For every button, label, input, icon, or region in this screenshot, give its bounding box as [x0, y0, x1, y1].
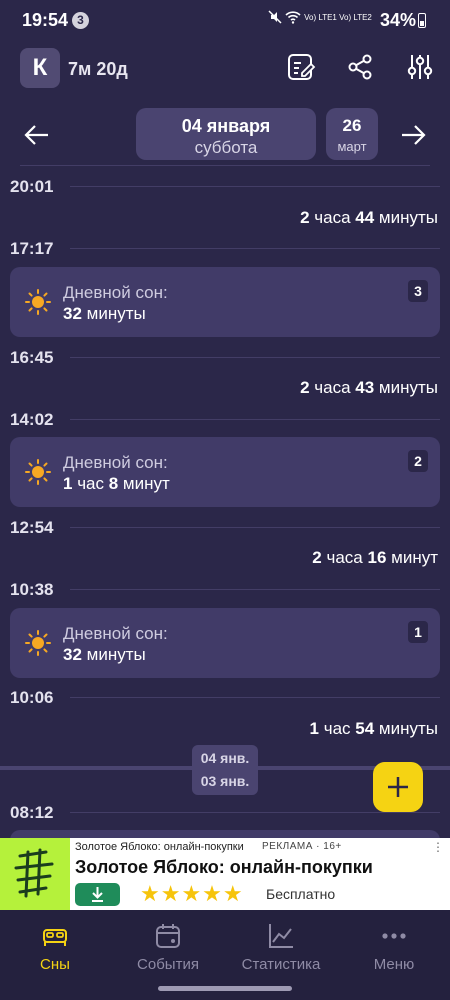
- current-weekday: суббота: [194, 138, 258, 157]
- current-date: 04 января: [181, 116, 271, 136]
- tab-menu[interactable]: Меню: [339, 910, 449, 980]
- more-dots-icon: [382, 933, 406, 939]
- calendar-icon: [156, 924, 180, 948]
- time-label: 17:17: [10, 239, 54, 258]
- sun-icon: [25, 289, 51, 315]
- ad-banner[interactable]: Золотое Яблоко: онлайн-покупки РЕКЛАМА ·…: [0, 838, 450, 910]
- network-status: Vo) LTE1 Vo) LTE2: [268, 10, 372, 24]
- divider: [70, 419, 440, 420]
- status-time: 19:54: [22, 10, 69, 30]
- day-boundary-from: 04 янв.: [200, 750, 250, 766]
- awake-duration: 2 часа 16 минут: [312, 548, 438, 567]
- prev-day-arrow-icon[interactable]: [22, 120, 52, 150]
- time-label: 14:02: [10, 410, 54, 429]
- bed-icon: [43, 929, 67, 946]
- day-boundary-to: 03 янв.: [200, 773, 250, 789]
- divider: [70, 812, 440, 813]
- mute-icon: [268, 10, 282, 24]
- divider: [70, 589, 440, 590]
- sleep-number-badge: 2: [408, 450, 428, 472]
- sleep-card[interactable]: Дневной сон: 32 минуты 3: [10, 267, 440, 337]
- divider: [70, 527, 440, 528]
- ad-more-icon[interactable]: ⋮: [432, 840, 444, 854]
- plus-icon: [388, 777, 408, 797]
- ad-label: РЕКЛАМА · 16+: [262, 841, 342, 852]
- time-label: 16:45: [10, 348, 54, 367]
- sleep-card-duration: 1 час 8 минут: [63, 474, 170, 493]
- alt-date-month: март: [337, 139, 367, 154]
- app-logo-icon: [14, 848, 54, 898]
- tab-label: События: [137, 956, 199, 973]
- sun-icon: [25, 630, 51, 656]
- add-event-button[interactable]: [373, 762, 423, 812]
- ad-price: Бесплатно: [266, 886, 336, 902]
- ad-app-logo[interactable]: [0, 838, 70, 910]
- sleep-card-title: Дневной сон:: [63, 453, 168, 472]
- tab-label: Статистика: [241, 956, 321, 973]
- sleep-card-title: Дневной сон:: [63, 283, 168, 302]
- awake-duration: 1 час 54 минуты: [309, 719, 438, 738]
- awake-duration: 2 часа 43 минуты: [300, 378, 438, 397]
- divider: [70, 357, 440, 358]
- awake-duration: 2 часа 44 минуты: [300, 208, 438, 227]
- alt-date-day: 26: [342, 116, 362, 135]
- ad-rating-stars: ★★★★★: [140, 881, 244, 906]
- divider: [70, 186, 440, 187]
- sleep-card-title: Дневной сон:: [63, 624, 168, 643]
- notes-icon[interactable]: [286, 52, 316, 82]
- sleep-number-badge: 3: [408, 280, 428, 302]
- sleep-card-duration: 32 минуты: [63, 645, 146, 664]
- ad-top-text: Золотое Яблоко: онлайн-покупки: [75, 841, 244, 853]
- sleep-card-duration: 32 минуты: [63, 304, 146, 323]
- alt-date-button[interactable]: 26 март: [326, 108, 378, 160]
- divider: [20, 165, 430, 166]
- sleep-card[interactable]: Дневной сон: 1 час 8 минут 2: [10, 437, 440, 507]
- network-labels: Vo) LTE1 Vo) LTE2: [304, 12, 372, 22]
- time-label: 20:01: [10, 177, 54, 196]
- tab-label: Сны: [40, 956, 70, 973]
- tab-statistics[interactable]: Статистика: [226, 910, 336, 980]
- wifi-icon: [285, 11, 301, 24]
- next-day-arrow-icon[interactable]: [398, 120, 428, 150]
- time-label: 10:06: [10, 688, 54, 707]
- child-avatar[interactable]: К: [20, 48, 60, 88]
- battery-icon: [418, 13, 426, 28]
- share-icon[interactable]: [345, 52, 375, 82]
- sun-icon: [25, 459, 51, 485]
- time-label: 10:38: [10, 580, 54, 599]
- ad-install-button[interactable]: [75, 883, 120, 906]
- battery-percent: 34%: [380, 10, 417, 30]
- tab-sleep[interactable]: Сны: [0, 910, 110, 980]
- notification-count-badge: 3: [72, 12, 89, 29]
- download-icon: [92, 887, 103, 902]
- day-boundary-chip: 04 янв. 03 янв.: [192, 745, 258, 795]
- divider: [70, 248, 440, 249]
- time-label: 12:54: [10, 518, 54, 537]
- current-date-button[interactable]: 04 января суббота: [136, 108, 316, 160]
- divider: [70, 697, 440, 698]
- sleep-card[interactable]: Дневной сон: 32 минуты 1: [10, 608, 440, 678]
- settings-sliders-icon[interactable]: [405, 52, 435, 82]
- chart-icon: [269, 924, 293, 948]
- home-indicator[interactable]: [158, 986, 292, 991]
- status-bar: 19:54 3 Vo) LTE1 Vo) LTE2 34%: [0, 0, 450, 40]
- tab-label: Меню: [373, 956, 415, 973]
- ad-title: Золотое Яблоко: онлайн-покупки: [75, 857, 373, 877]
- tab-events[interactable]: События: [113, 910, 223, 980]
- time-label: 08:12: [10, 803, 54, 822]
- child-age: 7м 20д: [68, 59, 128, 79]
- sleep-number-badge: 1: [408, 621, 428, 643]
